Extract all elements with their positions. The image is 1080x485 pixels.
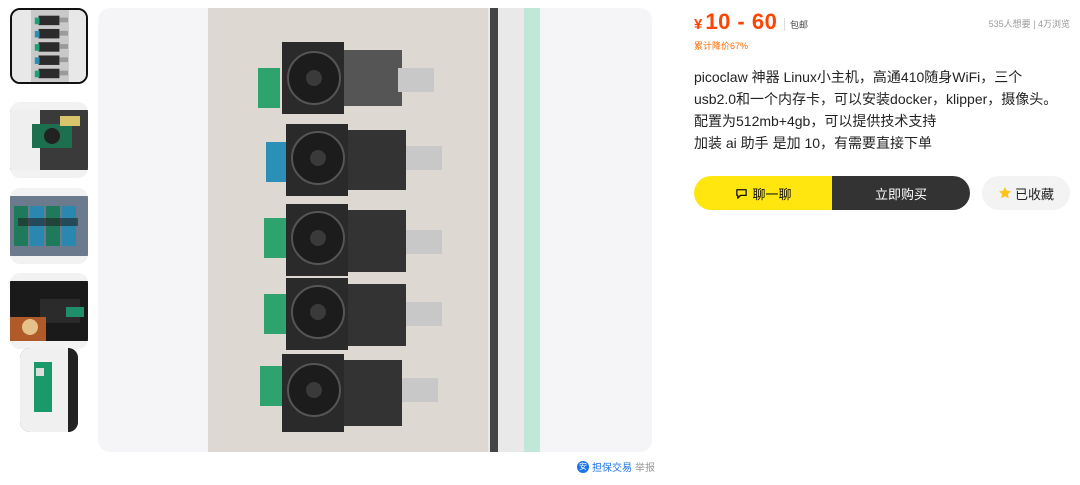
product-description: picoclaw 神器 Linux小主机，高通410随身WiFi，三个 usb2… xyxy=(694,66,1074,154)
star-icon xyxy=(998,186,1012,200)
discount-label: 累计降价67% xyxy=(694,41,749,51)
thumbnail-5[interactable] xyxy=(20,348,78,432)
action-buttons: 聊一聊 立即购买 xyxy=(694,176,970,210)
price: ¥ 10 - 60 xyxy=(694,9,777,35)
product-photo xyxy=(208,8,540,452)
report-link[interactable]: 举报 xyxy=(635,459,655,474)
chat-button-label: 聊一聊 xyxy=(752,186,792,202)
favorite-label: 已收藏 xyxy=(1014,186,1054,202)
chat-button[interactable]: 聊一聊 xyxy=(694,176,832,210)
buy-now-label: 立即购买 xyxy=(874,186,927,202)
main-image-viewer[interactable] xyxy=(98,8,652,452)
favorite-button[interactable]: 已收藏 xyxy=(982,176,1070,210)
description-line: 配置为512mb+4gb，可以提供技术支持 xyxy=(694,113,937,129)
thumbnail-4[interactable] xyxy=(10,273,88,349)
thumbnail-2[interactable] xyxy=(10,102,88,178)
description-line: picoclaw 神器 Linux小主机，高通410随身WiFi，三个 xyxy=(694,69,1023,85)
thumbnail-1[interactable] xyxy=(10,8,88,84)
description-line: 加装 ai 助手 是加 10，有需要直接下单 xyxy=(694,135,933,151)
description-line: usb2.0和一个内存卡，可以安装docker，klipper，摄像头。 xyxy=(694,91,1058,107)
thumbnail-3[interactable] xyxy=(10,188,88,264)
price-range: 10 - 60 xyxy=(705,9,778,34)
buy-now-button[interactable]: 立即购买 xyxy=(832,176,970,210)
price-currency: ¥ xyxy=(694,16,703,33)
guarantee-link[interactable]: 安 担保交易 xyxy=(577,459,632,474)
view-stats: 535人想要 | 4万浏览 xyxy=(988,19,1070,29)
shield-icon: 安 xyxy=(577,460,589,473)
shipping-label: 包邮 xyxy=(784,18,808,31)
guarantee-label: 担保交易 xyxy=(592,463,632,474)
chat-bubble-icon xyxy=(734,186,748,200)
